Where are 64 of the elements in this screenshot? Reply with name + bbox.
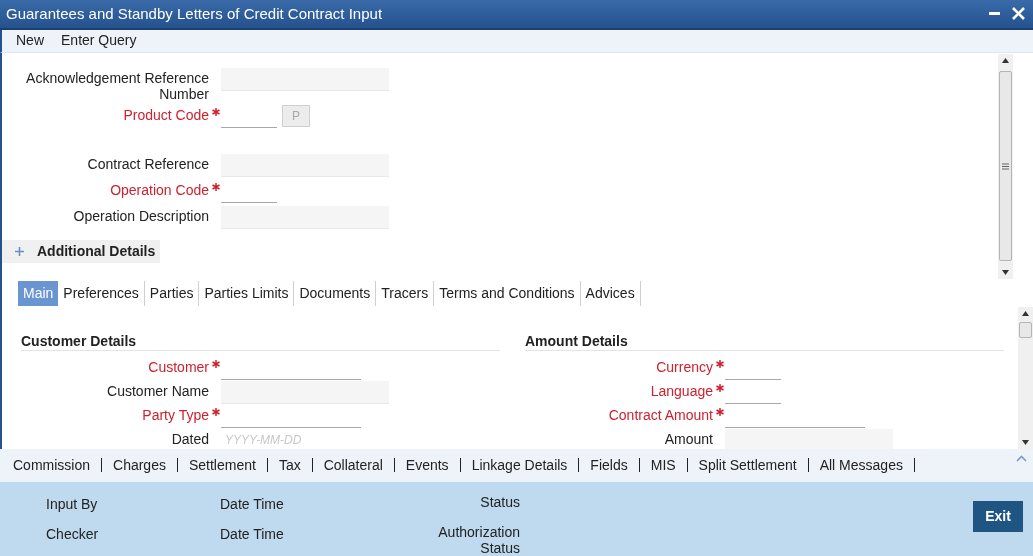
field-label: Customer [148, 358, 209, 375]
link[interactable]: Settlement [181, 454, 263, 476]
field-label: Customer Name [107, 382, 209, 399]
exit-button[interactable]: Exit [973, 501, 1023, 532]
link[interactable]: Fields [583, 454, 635, 476]
minimize-icon[interactable] [989, 11, 1000, 16]
field-label: Product Code [123, 107, 209, 124]
footer-label: Date Time [220, 525, 285, 544]
grip-icon [1002, 162, 1009, 170]
field-label: Party Type [142, 406, 209, 423]
scroll-up-icon[interactable] [1002, 58, 1009, 64]
plus-icon [15, 247, 24, 257]
window-title: Guarantees and Standby Letters of Credit Contract Input [6, 3, 383, 24]
field-label: Operation Code [110, 182, 209, 199]
link[interactable]: All Messages [812, 454, 910, 476]
scrollbar[interactable] [1018, 306, 1033, 449]
link[interactable]: Commission [6, 454, 97, 476]
link[interactable]: Charges [106, 454, 173, 476]
asterisk-icon [212, 108, 220, 117]
scrollbar[interactable] [998, 54, 1013, 279]
tab[interactable]: Advices [580, 280, 641, 306]
tab[interactable]: Parties [144, 280, 200, 306]
menu-item[interactable]: New [16, 30, 44, 52]
scroll-up-icon[interactable] [1022, 310, 1029, 316]
asterisk-icon [716, 407, 724, 416]
scroll-down-icon[interactable] [1022, 439, 1029, 445]
footer-label: Input By [45, 495, 99, 514]
link[interactable]: Events [398, 454, 456, 476]
scroll-down-icon[interactable] [1002, 269, 1009, 275]
section-title: Amount Details [525, 332, 628, 349]
menu-item[interactable]: Enter Query [61, 30, 137, 52]
additional-details-toggle[interactable]: Additional Details [2, 240, 160, 264]
field-label: Acknowledgement Reference Number [25, 70, 209, 103]
close-icon[interactable] [1012, 7, 1025, 21]
field-label: Contract Reference [87, 156, 209, 173]
asterisk-icon [716, 359, 724, 368]
tab[interactable]: Preferences [58, 280, 145, 306]
footer-label: Authorization Status [437, 524, 520, 556]
field-label: Dated [171, 430, 209, 447]
scroll-thumb[interactable] [999, 71, 1012, 262]
tab[interactable]: Documents [294, 280, 377, 306]
section-title: Customer Details [21, 332, 137, 349]
field-label: Amount [664, 430, 713, 447]
tab[interactable]: Terms and Conditions [434, 280, 581, 306]
field-label: Operation Description [73, 208, 209, 225]
asterisk-icon [212, 183, 220, 192]
tab[interactable]: Parties Limits [199, 280, 295, 306]
scroll-thumb[interactable] [1019, 321, 1032, 338]
footer-label: Checker [45, 525, 100, 544]
link[interactable]: Linkage Details [464, 454, 575, 476]
link[interactable]: Split Settlement [691, 454, 804, 476]
footer-label: Date Time [220, 495, 285, 514]
link[interactable]: MIS [643, 454, 683, 476]
tab[interactable]: Tracers [376, 280, 435, 306]
collapse-icon[interactable] [1016, 454, 1027, 462]
field-label: Currency [656, 358, 713, 375]
field-label: Contract Amount [608, 406, 713, 423]
field-label: Language [650, 382, 713, 399]
asterisk-icon [716, 383, 724, 392]
link[interactable]: Tax [271, 454, 308, 476]
asterisk-icon [212, 407, 220, 416]
link[interactable]: Collateral [316, 454, 390, 476]
footer-label: Status [479, 494, 520, 510]
asterisk-icon [212, 359, 220, 368]
